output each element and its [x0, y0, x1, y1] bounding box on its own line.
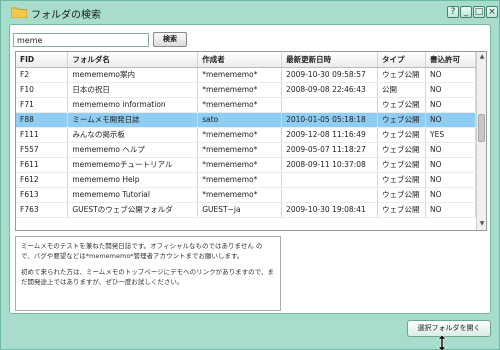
table-row[interactable]: F763 GUESTのウェブ公開フォルダ GUEST~ja 2009-10-30 19… [16, 202, 476, 218]
cell-fid: F557 [16, 142, 69, 158]
table-scrollbar[interactable]: ▲ ▼ [476, 52, 486, 230]
column-header-updated[interactable]: 最新更新日時 [281, 52, 379, 68]
cell-type: ウェブ公開 [377, 97, 427, 113]
cell-fid: F763 [16, 202, 69, 218]
cell-type: ウェブ公開 [377, 187, 427, 203]
table-row[interactable]: F611 memememoチュートリアル *memememo* 2008-09-11 … [16, 157, 476, 173]
description-paragraph: ミームメモのテストを兼ねた開発日誌です。オフィシャルなものではありません ので、… [21, 242, 263, 260]
cell-fid: F71 [16, 97, 69, 113]
close-icon[interactable]: × [486, 6, 498, 18]
maximize-icon[interactable]: □ [473, 6, 485, 18]
cell-folder-name: ミームメモ開発日誌 [67, 112, 199, 128]
scroll-thumb[interactable] [478, 114, 485, 142]
search-button[interactable]: 検索 [153, 32, 187, 47]
cell-author: *memememo* [197, 67, 283, 83]
table-row[interactable]: F557 memememo ヘルプ *memememo* 2009-05-07 11:… [16, 142, 476, 158]
cell-fid: F612 [16, 172, 69, 188]
cell-write-permission: YES [425, 127, 476, 143]
table-row[interactable]: F613 memememo Tutorial *memememo* ウェブ公開 NO [16, 187, 476, 203]
cell-author: GUEST~ja [197, 202, 283, 218]
cell-type: ウェブ公開 [377, 202, 427, 218]
table-row[interactable]: F71 memememo information *memememo* ウェブ公開 NO [16, 97, 476, 113]
folder-table: FID フォルダ名 作成者 最新更新日時 タイプ 書込許可 F2 memememo… [15, 51, 487, 231]
cell-type: ウェブ公開 [377, 142, 427, 158]
cell-write-permission: NO [425, 142, 476, 158]
table-row[interactable]: F10 日本の祝日 *memememo* 2008-09-08 22:46:43 公開 N… [16, 82, 476, 98]
cell-fid: F2 [16, 67, 69, 83]
title-bar[interactable]: フォルダの検索 ? _ □ × [1, 1, 499, 23]
cell-write-permission: NO [425, 82, 476, 98]
cell-updated: 2008-09-08 22:46:43 [281, 82, 379, 98]
cell-updated: 2010-01-05 05:18:18 [281, 112, 379, 128]
resize-cursor-icon [437, 334, 447, 350]
cell-author: *memememo* [197, 187, 283, 203]
cell-fid: F111 [16, 127, 69, 143]
window-title: フォルダの検索 [31, 10, 101, 21]
cell-updated: 2009-12-08 11:16:49 [281, 127, 379, 143]
column-header-author[interactable]: 作成者 [197, 52, 283, 68]
column-header-folder-name[interactable]: フォルダ名 [67, 52, 199, 68]
cell-updated: 2009-05-07 11:18:27 [281, 142, 379, 158]
cell-updated: 2008-09-11 10:37:08 [281, 157, 379, 173]
cell-write-permission: NO [425, 97, 476, 113]
cell-folder-name: 日本の祝日 [67, 82, 199, 98]
folder-description: ミームメモのテストを兼ねた開発日誌です。オフィシャルなものではありません ので、… [15, 236, 281, 311]
search-input[interactable] [13, 33, 149, 47]
description-paragraph: 初めて来られた方は、ミームメモのトップページにデモへのリンクがありますので、まだ… [21, 268, 274, 286]
cell-author: *memememo* [197, 157, 283, 173]
cell-updated: 2009-10-30 09:58:57 [281, 67, 379, 83]
help-icon[interactable]: ? [447, 6, 459, 18]
cell-author: *memememo* [197, 97, 283, 113]
cell-type: ウェブ公開 [377, 157, 427, 173]
cell-author: sato [197, 112, 283, 128]
cell-updated [281, 187, 379, 203]
open-selected-folder-button[interactable]: 選択フォルダを開く [407, 320, 491, 337]
cell-write-permission: NO [425, 172, 476, 188]
cell-fid: F10 [16, 82, 69, 98]
cell-author: *memememo* [197, 142, 283, 158]
cell-type: ウェブ公開 [377, 112, 427, 128]
cell-folder-name: memememo案内 [67, 67, 199, 83]
cell-fid: F611 [16, 157, 69, 173]
cell-folder-name: GUESTのウェブ公開フォルダ [67, 202, 199, 218]
cell-folder-name: memememoチュートリアル [67, 157, 199, 173]
cell-folder-name: memememo ヘルプ [67, 142, 199, 158]
table-header: FID フォルダ名 作成者 最新更新日時 タイプ 書込許可 [16, 52, 476, 68]
cell-author: *memememo* [197, 82, 283, 98]
scroll-up-icon[interactable]: ▲ [478, 53, 486, 61]
folder-search-window: フォルダの検索 ? _ □ × 検索 FID フォルダ名 作成者 最新更新日時 … [0, 0, 500, 350]
cell-updated [281, 172, 379, 188]
cell-author: *memememo* [197, 172, 283, 188]
table-row[interactable]: F88 ミームメモ開発日誌 sato 2010-01-05 05:18:18 ウェブ公開… [16, 112, 476, 128]
cell-type: ウェブ公開 [377, 67, 427, 83]
minimize-icon[interactable]: _ [460, 6, 472, 18]
cell-write-permission: NO [425, 202, 476, 218]
column-header-type[interactable]: タイプ [377, 52, 427, 68]
cell-folder-name: memememo Tutorial [67, 187, 199, 203]
cell-type: 公開 [377, 82, 427, 98]
cell-write-permission: NO [425, 67, 476, 83]
cell-write-permission: NO [425, 112, 476, 128]
column-header-fid[interactable]: FID [16, 52, 69, 68]
scroll-down-icon[interactable]: ▼ [478, 220, 486, 228]
cell-folder-name: みんなの掲示板 [67, 127, 199, 143]
table-row[interactable]: F2 memememo案内 *memememo* 2009-10-30 09:58:5… [16, 67, 476, 83]
column-header-write-permission[interactable]: 書込許可 [425, 52, 476, 68]
cell-folder-name: memememo information [67, 97, 199, 113]
cell-type: ウェブ公開 [377, 127, 427, 143]
folder-icon [10, 7, 28, 19]
cell-author: *memememo* [197, 127, 283, 143]
cell-folder-name: memememo Help [67, 172, 199, 188]
cell-type: ウェブ公開 [377, 172, 427, 188]
cell-fid: F613 [16, 187, 69, 203]
cell-write-permission: NO [425, 187, 476, 203]
table-row[interactable]: F111 みんなの掲示板 *memememo* 2009-12-08 11:16:49… [16, 127, 476, 143]
cell-fid: F88 [16, 112, 69, 128]
cell-write-permission: NO [425, 157, 476, 173]
table-row[interactable]: F612 memememo Help *memememo* ウェブ公開 NO [16, 172, 476, 188]
cell-updated: 2009-10-30 19:08:41 [281, 202, 379, 218]
cell-updated [281, 97, 379, 113]
